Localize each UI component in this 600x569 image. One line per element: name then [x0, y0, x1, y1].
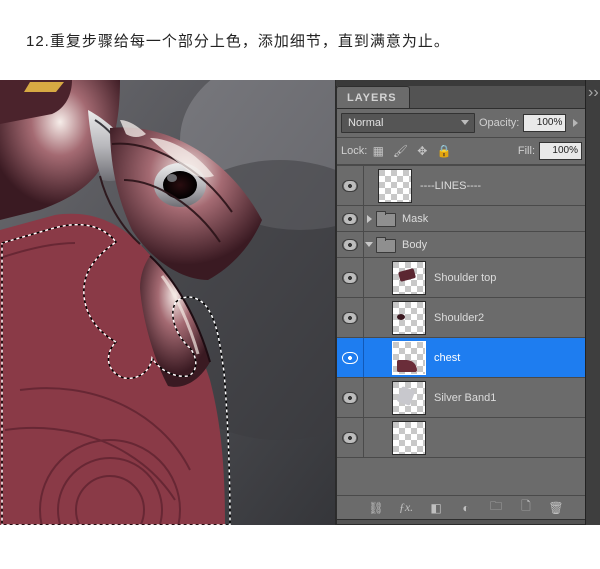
layer-thumb: [392, 261, 426, 295]
blend-row: Normal Opacity: 100%: [337, 109, 600, 138]
layer-group-body[interactable]: Body: [337, 232, 589, 258]
lock-move-icon[interactable]: ✥: [415, 144, 429, 158]
layer-thumb: [378, 169, 412, 203]
visibility-eye-icon[interactable]: [342, 213, 358, 225]
collapse-dock-icon[interactable]: ››: [588, 84, 598, 94]
folder-icon: [376, 211, 396, 227]
adjustment-layer-icon[interactable]: ◐: [457, 501, 475, 515]
layer-thumb: [392, 381, 426, 415]
new-layer-icon[interactable]: 🗋: [517, 497, 535, 518]
lock-all-icon[interactable]: 🔒: [437, 144, 451, 158]
screenshot-area: LAYERS Normal Opacity: 100% Lock: ▦ 🖌 ✥ …: [0, 80, 600, 525]
layer-silver-band1[interactable]: Silver Band1: [337, 378, 589, 418]
layer-group-mask[interactable]: Mask: [337, 206, 589, 232]
layer-name: Body: [402, 239, 427, 251]
visibility-eye-icon[interactable]: [342, 180, 358, 192]
layer-extra[interactable]: [337, 418, 589, 458]
lock-label: Lock:: [341, 145, 367, 157]
opacity-flyout-icon[interactable]: [570, 114, 580, 132]
layer-thumb: [392, 301, 426, 335]
layer-fx-icon[interactable]: ƒx.: [397, 500, 415, 515]
layers-panel-footer: ⛓ ƒx. ◧ ◐ 🗀 🗋 🗑: [337, 495, 600, 519]
lock-paint-icon[interactable]: 🖌: [393, 144, 407, 158]
layer-name: Silver Band1: [434, 392, 496, 404]
delete-layer-icon[interactable]: 🗑: [547, 501, 565, 515]
layer-name: ----LINES----: [420, 180, 481, 192]
lock-transparent-icon[interactable]: ▦: [371, 144, 385, 158]
visibility-eye-icon[interactable]: [342, 272, 358, 284]
folder-icon: [376, 237, 396, 253]
layer-thumb: [392, 421, 426, 455]
visibility-eye-icon[interactable]: [342, 352, 358, 364]
link-layers-icon[interactable]: ⛓: [367, 501, 385, 515]
layer-name: Shoulder2: [434, 312, 484, 324]
lock-row: Lock: ▦ 🖌 ✥ 🔒 Fill: 100%: [337, 138, 600, 165]
disclosure-triangle-icon[interactable]: [364, 215, 374, 223]
layer-thumb: [392, 341, 426, 375]
layer-name: Shoulder top: [434, 272, 496, 284]
layer-name: Mask: [402, 213, 428, 225]
document-canvas[interactable]: [0, 80, 335, 525]
fill-value[interactable]: 100%: [539, 142, 582, 160]
visibility-eye-icon[interactable]: [342, 312, 358, 324]
layer-lines[interactable]: ----LINES----: [337, 166, 589, 206]
disclosure-triangle-icon[interactable]: [364, 242, 374, 247]
layer-chest[interactable]: chest: [337, 338, 589, 378]
instruction-text: 12.重复步骤给每一个部分上色，添加细节，直到满意为止。: [26, 30, 450, 51]
layers-tab[interactable]: LAYERS: [336, 86, 410, 109]
add-mask-icon[interactable]: ◧: [427, 501, 445, 515]
visibility-eye-icon[interactable]: [342, 432, 358, 444]
layers-panel: LAYERS Normal Opacity: 100% Lock: ▦ 🖌 ✥ …: [335, 80, 600, 525]
layer-name: chest: [434, 352, 460, 364]
canvas-illustration: [0, 80, 335, 525]
layers-list: ----LINES---- Mask Body: [337, 165, 590, 494]
blend-mode-select[interactable]: Normal: [341, 113, 475, 133]
layer-shoulder-top[interactable]: Shoulder top: [337, 258, 589, 298]
new-group-icon[interactable]: 🗀: [487, 497, 505, 518]
opacity-label: Opacity:: [479, 117, 519, 129]
visibility-eye-icon[interactable]: [342, 392, 358, 404]
opacity-value[interactable]: 100%: [523, 114, 566, 132]
visibility-eye-icon[interactable]: [342, 239, 358, 251]
dock-strip[interactable]: ››: [585, 80, 600, 525]
layer-shoulder2[interactable]: Shoulder2: [337, 298, 589, 338]
fill-label: Fill:: [518, 145, 535, 157]
